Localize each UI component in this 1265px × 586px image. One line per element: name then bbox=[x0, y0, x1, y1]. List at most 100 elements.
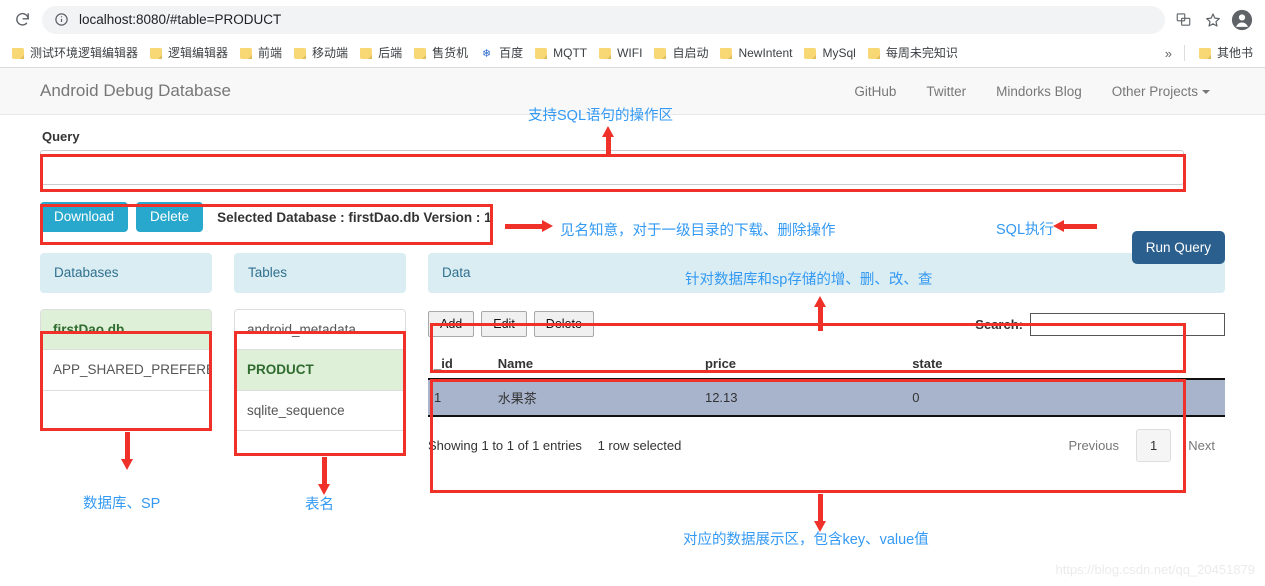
translate-icon[interactable] bbox=[1169, 6, 1197, 34]
delete-database-button[interactable]: Delete bbox=[136, 202, 204, 232]
info-circle-icon[interactable] bbox=[54, 12, 69, 27]
app-navbar: Android Debug Database GitHub Twitter Mi… bbox=[0, 68, 1265, 115]
star-icon[interactable] bbox=[1199, 6, 1227, 34]
bookmark-label: 百度 bbox=[499, 46, 524, 60]
account-avatar-icon[interactable] bbox=[1227, 5, 1257, 35]
address-bar[interactable]: localhost:8080/#table=PRODUCT bbox=[42, 5, 1165, 34]
cell-name: 水果茶 bbox=[491, 378, 699, 417]
annotation-arrow-table-name bbox=[318, 457, 330, 495]
page-content: Query Download Delete Selected Database … bbox=[0, 115, 1265, 462]
bookmark-item[interactable]: 移动端 bbox=[288, 45, 354, 61]
folder-icon bbox=[12, 47, 24, 59]
cell-id: 1 bbox=[428, 378, 492, 417]
divider bbox=[1183, 45, 1185, 61]
folder-icon bbox=[867, 47, 880, 59]
bookmark-label: MySql bbox=[822, 46, 856, 60]
query-input[interactable] bbox=[40, 150, 1184, 185]
bookmark-item[interactable]: MQTT bbox=[529, 45, 593, 61]
other-bookmarks-item[interactable]: 其他书 bbox=[1193, 45, 1259, 61]
data-toolbar: Add Edit Delete Search: bbox=[428, 309, 1225, 340]
annotation-text-db-sp: 数据库、SP bbox=[83, 496, 161, 512]
bookmark-item[interactable]: 售货机 bbox=[408, 45, 474, 61]
delete-row-button[interactable]: Delete bbox=[533, 311, 594, 337]
bookmark-label: 移动端 bbox=[312, 46, 349, 60]
entries-info: Showing 1 to 1 of 1 entries bbox=[428, 437, 582, 453]
folder-icon bbox=[294, 47, 307, 59]
list-item[interactable]: firstDao.db bbox=[41, 309, 211, 351]
bookmark-label: 每周未完知识 bbox=[885, 46, 958, 60]
data-table: _id Name price state 1 水果茶 12.13 0 bbox=[428, 351, 1225, 417]
folder-icon bbox=[804, 47, 817, 59]
annotation-text-data-area: 对应的数据展示区，包含key、value值 bbox=[683, 532, 929, 548]
pagination-next[interactable]: Next bbox=[1178, 431, 1225, 460]
cell-price: 12.13 bbox=[698, 378, 907, 417]
nav-link-other-projects[interactable]: Other Projects bbox=[1097, 68, 1225, 115]
nav-link-github[interactable]: GitHub bbox=[839, 68, 911, 115]
bookmark-item[interactable]: 测试环境逻辑编辑器 bbox=[6, 45, 144, 61]
bookmark-item[interactable]: 前端 bbox=[234, 45, 288, 61]
reload-icon[interactable] bbox=[8, 6, 36, 34]
data-table-head: _id Name price state bbox=[428, 351, 1225, 380]
run-query-button[interactable]: Run Query bbox=[1131, 231, 1225, 264]
bookmark-item[interactable]: WIFI bbox=[593, 45, 648, 61]
bookmark-label: 测试环境逻辑编辑器 bbox=[30, 46, 139, 60]
folder-icon bbox=[654, 47, 667, 59]
list-item[interactable]: android_metadata bbox=[235, 310, 405, 351]
pagination-previous[interactable]: Previous bbox=[1058, 431, 1129, 460]
data-table-footer: Showing 1 to 1 of 1 entries 1 row select… bbox=[428, 417, 1225, 462]
data-table-body: 1 水果茶 12.13 0 bbox=[428, 378, 1225, 417]
list-item[interactable]: APP_SHARED_PREFERENCES bbox=[41, 350, 211, 390]
pagination-page-1[interactable]: 1 bbox=[1136, 428, 1172, 462]
add-button[interactable]: Add bbox=[428, 311, 475, 337]
column-header-name[interactable]: Name bbox=[491, 351, 699, 380]
bookmark-item[interactable]: ❄ 百度 bbox=[474, 45, 529, 62]
search-wrapper: Search: bbox=[975, 312, 1225, 336]
browser-chrome: localhost:8080/#table=PRODUCT 测试环境逻辑编辑器 … bbox=[0, 0, 1265, 68]
folder-icon bbox=[1198, 47, 1211, 59]
search-input[interactable] bbox=[1030, 312, 1225, 336]
bookmark-label: NewIntent bbox=[738, 46, 793, 60]
bookmark-label: 前端 bbox=[258, 46, 283, 60]
folder-icon bbox=[360, 47, 373, 59]
chevron-down-icon bbox=[1202, 89, 1210, 94]
bookmark-item[interactable]: 逻辑编辑器 bbox=[144, 45, 234, 61]
bookmark-label: MQTT bbox=[553, 46, 588, 60]
panels-row: Databases firstDao.db APP_SHARED_PREFERE… bbox=[40, 253, 1225, 462]
bookmark-item[interactable]: 自启动 bbox=[648, 45, 714, 61]
list-item[interactable]: PRODUCT bbox=[235, 350, 405, 391]
bookmark-item[interactable]: MySql bbox=[798, 45, 861, 61]
list-item[interactable]: sqlite_sequence bbox=[235, 391, 405, 431]
bookmarks-bar: 测试环境逻辑编辑器 逻辑编辑器 前端 移动端 后端 售货机 ❄ 百度 MQTT bbox=[0, 39, 1265, 68]
column-header-price[interactable]: price bbox=[698, 351, 907, 380]
bookmark-item[interactable]: NewIntent bbox=[714, 45, 798, 61]
folder-icon bbox=[414, 47, 427, 59]
nav-link-twitter[interactable]: Twitter bbox=[911, 68, 981, 115]
cell-state: 0 bbox=[906, 378, 1225, 417]
table-header-row: _id Name price state bbox=[428, 351, 1225, 380]
selected-database-label: Selected Database : firstDao.db Version … bbox=[217, 209, 492, 225]
chevron-double-right-icon[interactable]: » bbox=[1161, 46, 1176, 61]
bookmark-item[interactable]: 后端 bbox=[354, 45, 408, 61]
table-row[interactable]: 1 水果茶 12.13 0 bbox=[428, 378, 1225, 417]
nav-link-other-projects-label: Other Projects bbox=[1111, 83, 1198, 99]
edit-button[interactable]: Edit bbox=[481, 311, 527, 337]
bookmark-label: 后端 bbox=[378, 46, 403, 60]
bookmark-label: WIFI bbox=[617, 46, 643, 60]
bookmark-item[interactable]: 每周未完知识 bbox=[862, 45, 964, 61]
bookmark-label: 自启动 bbox=[672, 46, 709, 60]
bookmark-label: 售货机 bbox=[432, 46, 469, 60]
data-column: Data Add Edit Delete Search: _id Name pr… bbox=[428, 253, 1225, 462]
omnibox-actions bbox=[1169, 6, 1227, 34]
omnibar-row: localhost:8080/#table=PRODUCT bbox=[0, 0, 1265, 39]
column-header-id[interactable]: _id bbox=[428, 351, 492, 380]
watermark: https://blog.csdn.net/qq_20451879 bbox=[1055, 562, 1256, 577]
nav-link-mindorks-blog[interactable]: Mindorks Blog bbox=[981, 68, 1097, 115]
databases-list: firstDao.db APP_SHARED_PREFERENCES bbox=[40, 308, 212, 391]
pagination: Previous 1 Next bbox=[1058, 428, 1225, 462]
column-header-state[interactable]: state bbox=[906, 351, 1225, 380]
page-title: Android Debug Database bbox=[40, 81, 231, 100]
folder-icon bbox=[599, 47, 612, 59]
tables-column: Tables android_metadata PRODUCT sqlite_s… bbox=[234, 253, 406, 432]
download-button[interactable]: Download bbox=[40, 202, 129, 232]
selection-info: 1 row selected bbox=[597, 437, 682, 453]
